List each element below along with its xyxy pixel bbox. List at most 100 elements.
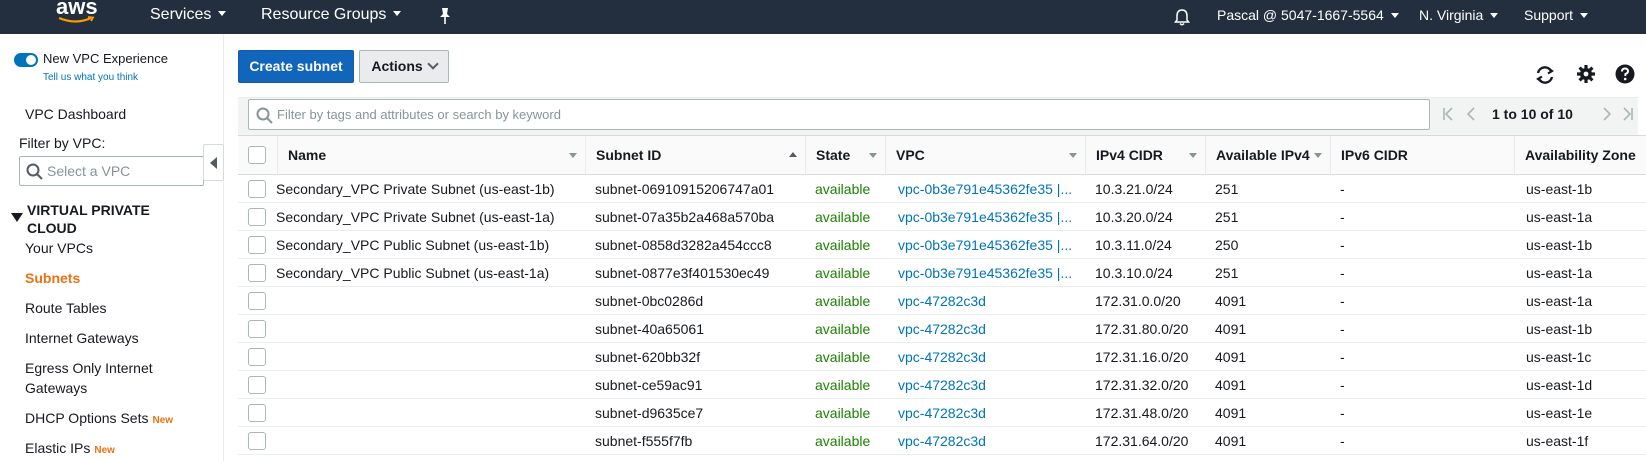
table-row[interactable]: subnet-f555f7fb available vpc-47282c3d 172.…	[238, 427, 1646, 455]
cell-vpc-link[interactable]: vpc-47282c3d	[898, 371, 1076, 399]
sidebar-item-egress-only-internet-gateways-line2[interactable]: Gateways	[25, 380, 87, 396]
region-menu[interactable]: N. Virginia	[1419, 0, 1499, 34]
row-checkbox[interactable]	[248, 236, 266, 254]
search-input[interactable]: Filter by tags and attributes or search …	[248, 99, 1430, 130]
cell-name	[276, 343, 576, 371]
actions-button[interactable]: Actions	[359, 50, 449, 83]
chevron-down-icon	[1490, 12, 1499, 18]
column-header-state[interactable]: State	[805, 136, 885, 174]
cell-ipv6-cidr: -	[1340, 293, 1345, 309]
tell-us-link[interactable]: Tell us what you think	[43, 72, 138, 83]
cell-available-ipv4: 4091	[1215, 321, 1247, 337]
column-header-vpc[interactable]: VPC	[885, 136, 1085, 174]
table-row[interactable]: subnet-d9635ce7 available vpc-47282c3d 172.…	[238, 399, 1646, 427]
filter-bar: Filter by tags and attributes or search …	[238, 97, 1638, 135]
help-icon[interactable]	[1614, 63, 1636, 85]
sidebar-item-vpc-dashboard[interactable]: VPC Dashboard	[25, 106, 126, 122]
cell-vpc-link[interactable]: vpc-47282c3d	[898, 315, 1076, 343]
table-row[interactable]: subnet-620bb32f available vpc-47282c3d 172.…	[238, 343, 1646, 371]
cell-vpc-link[interactable]: vpc-0b3e791e45362fe35 |...	[898, 203, 1076, 231]
sidebar-item-egress-only-internet-gateways[interactable]: Egress Only Internet	[25, 360, 153, 376]
create-subnet-button[interactable]: Create subnet	[238, 50, 354, 83]
support-menu[interactable]: Support	[1524, 0, 1589, 34]
aws-logo[interactable]: aws	[52, 0, 102, 32]
cell-availability-zone: us-east-1b	[1526, 237, 1593, 253]
cell-subnet-id: subnet-ce59ac91	[595, 377, 703, 393]
column-header-subnet-id[interactable]: Subnet ID	[585, 136, 805, 174]
triangle-down-icon[interactable]	[11, 213, 23, 223]
table-row[interactable]: subnet-ce59ac91 available vpc-47282c3d 172.…	[238, 371, 1646, 399]
sidebar-item-dhcp-options-sets[interactable]: DHCP Options Sets New	[25, 410, 173, 426]
column-header-ipv6-cidr[interactable]: IPv6 CIDR	[1330, 136, 1514, 174]
sidebar-item-route-tables[interactable]: Route Tables	[25, 300, 106, 316]
first-page-icon[interactable]	[1442, 107, 1454, 121]
cell-vpc-link[interactable]: vpc-47282c3d	[898, 399, 1076, 427]
prev-page-icon[interactable]	[1466, 107, 1476, 121]
cell-vpc-link[interactable]: vpc-47282c3d	[898, 287, 1076, 315]
row-checkbox[interactable]	[248, 376, 266, 394]
bell-icon[interactable]	[1173, 7, 1191, 27]
cell-name: Secondary_VPC Public Subnet (us-east-1b)	[276, 237, 550, 253]
vpc-filter-select[interactable]: Select a VPC	[19, 156, 204, 186]
sort-icon	[1189, 153, 1197, 158]
column-label: Availability Zone	[1525, 147, 1636, 163]
cell-vpc-link[interactable]: vpc-0b3e791e45362fe35 |...	[898, 175, 1076, 203]
sidebar-collapse-button[interactable]	[203, 144, 224, 181]
cell-availability-zone: us-east-1e	[1526, 405, 1593, 421]
column-header-available-ipv4[interactable]: Available IPv4	[1205, 136, 1330, 174]
sidebar-item-internet-gateways[interactable]: Internet Gateways	[25, 330, 139, 346]
sidebar-item-subnets[interactable]: Subnets	[25, 270, 80, 286]
chevron-down-icon	[393, 11, 402, 17]
gear-icon[interactable]	[1575, 63, 1597, 85]
cell-ipv4-cidr: 172.31.16.0/20	[1095, 349, 1189, 365]
cell-ipv4-cidr: 10.3.11.0/24	[1095, 237, 1172, 253]
row-checkbox[interactable]	[248, 348, 266, 366]
cell-subnet-id: subnet-d9635ce7	[595, 405, 704, 421]
cell-subnet-id: subnet-07a35b2a468a570ba	[595, 209, 775, 225]
services-label: Services	[150, 6, 212, 23]
cell-ipv6-cidr: -	[1340, 181, 1345, 197]
cell-vpc-link[interactable]: vpc-0b3e791e45362fe35 |...	[898, 231, 1076, 259]
cell-availability-zone: us-east-1b	[1526, 181, 1593, 197]
row-checkbox[interactable]	[248, 208, 266, 226]
cell-available-ipv4: 4091	[1215, 293, 1247, 309]
cell-ipv6-cidr: -	[1340, 377, 1345, 393]
row-checkbox[interactable]	[248, 432, 266, 450]
cell-vpc-link[interactable]: vpc-0b3e791e45362fe35 |...	[898, 259, 1076, 287]
row-checkbox[interactable]	[248, 320, 266, 338]
cell-state: available	[815, 265, 871, 281]
cell-state: available	[815, 293, 871, 309]
cell-name: Secondary_VPC Public Subnet (us-east-1a)	[276, 265, 550, 281]
table-row[interactable]: Secondary_VPC Public Subnet (us-east-1a)…	[238, 259, 1646, 287]
column-header-availability-zone[interactable]: Availability Zone	[1514, 136, 1646, 174]
sidebar-item-your-vpcs[interactable]: Your VPCs	[25, 240, 93, 256]
sidebar-item-elastic-ips[interactable]: Elastic IPs New	[25, 440, 115, 456]
resource-groups-menu[interactable]: Resource Groups	[261, 0, 402, 34]
table-row[interactable]: subnet-0bc0286d available vpc-47282c3d 172.…	[238, 287, 1646, 315]
refresh-icon[interactable]	[1534, 64, 1556, 86]
column-header-name[interactable]: Name	[277, 136, 585, 174]
new-vpc-experience-toggle[interactable]	[14, 53, 38, 67]
cell-vpc-link[interactable]: vpc-47282c3d	[898, 343, 1076, 371]
column-header-ipv4-cidr[interactable]: IPv4 CIDR	[1085, 136, 1205, 174]
table-row[interactable]: Secondary_VPC Private Subnet (us-east-1a…	[238, 203, 1646, 231]
table-row[interactable]: subnet-40a65061 available vpc-47282c3d 172.…	[238, 315, 1646, 343]
cell-availability-zone: us-east-1b	[1526, 321, 1593, 337]
collapse-arrow-icon	[210, 157, 217, 169]
pin-icon[interactable]	[437, 6, 453, 26]
services-menu[interactable]: Services	[150, 0, 227, 34]
table-row[interactable]: Secondary_VPC Private Subnet (us-east-1b…	[238, 175, 1646, 203]
select-all-checkbox[interactable]	[248, 146, 266, 164]
row-checkbox[interactable]	[248, 404, 266, 422]
row-checkbox[interactable]	[248, 180, 266, 198]
cell-subnet-id: subnet-06910915206747a01	[595, 181, 775, 197]
section-title-vpc-line2: CLOUD	[27, 220, 77, 236]
row-checkbox[interactable]	[248, 264, 266, 282]
next-page-icon[interactable]	[1602, 107, 1612, 121]
table-row[interactable]: Secondary_VPC Public Subnet (us-east-1b)…	[238, 231, 1646, 259]
last-page-icon[interactable]	[1622, 107, 1634, 121]
row-checkbox[interactable]	[248, 292, 266, 310]
sort-ascending-icon	[789, 152, 797, 157]
account-menu[interactable]: Pascal @ 5047-1667-5564	[1217, 0, 1399, 34]
cell-vpc-link[interactable]: vpc-47282c3d	[898, 427, 1076, 455]
